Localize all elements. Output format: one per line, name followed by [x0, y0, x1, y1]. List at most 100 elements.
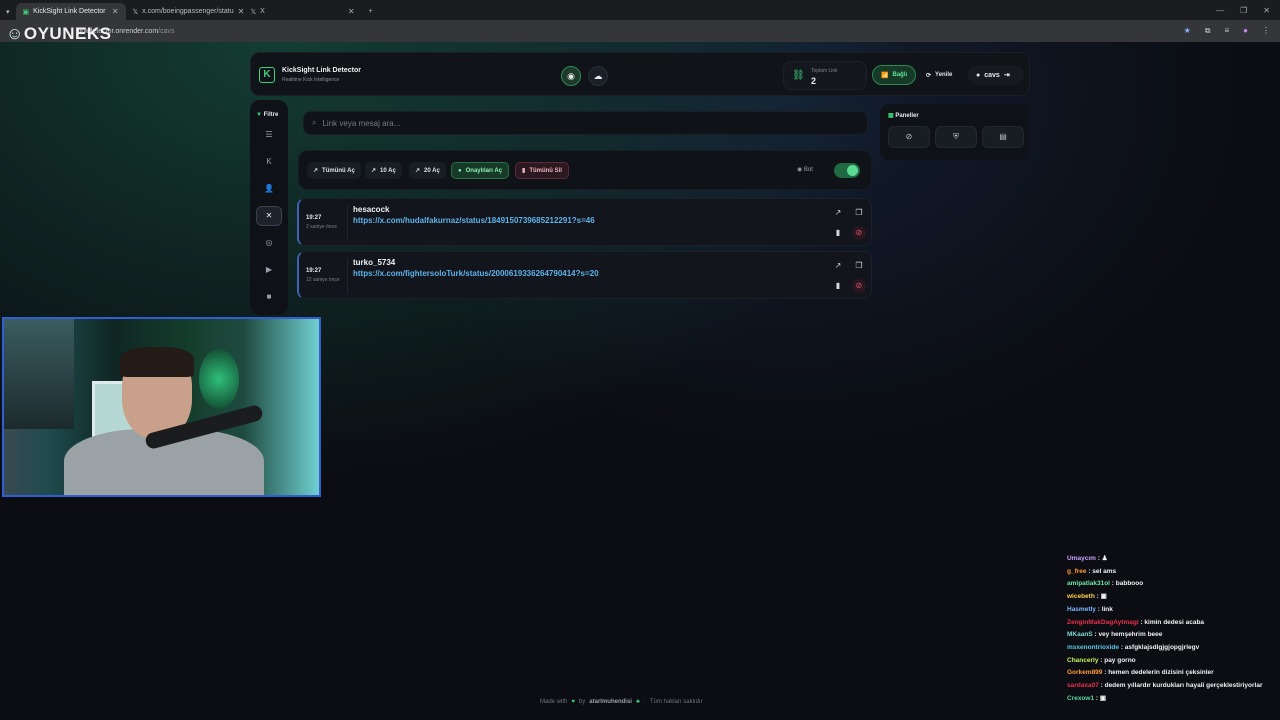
funnel-icon: ▼: [256, 112, 262, 118]
chevron-down-icon: ▾: [6, 8, 10, 16]
panel-icon: ▦: [888, 113, 894, 119]
trash-icon[interactable]: ▮: [831, 279, 845, 293]
close-icon[interactable]: ✕: [112, 7, 119, 16]
link-ago: 12 saniye önce: [306, 277, 340, 283]
chat-text: vey hemşehrim beee: [1098, 631, 1163, 639]
open-approved-button[interactable]: ● Onaylıları Aç: [451, 162, 510, 179]
user-menu[interactable]: ● cavs ⇥: [968, 65, 1024, 85]
refresh-button[interactable]: ⟳ Yenile: [918, 65, 960, 85]
stream-brand-logo: ☺OYUNEKS: [6, 24, 112, 43]
bot-toggle[interactable]: [834, 163, 860, 178]
bookmark-star-icon[interactable]: ★: [1184, 26, 1191, 36]
blocked-panel-button[interactable]: ⊘: [888, 126, 930, 148]
minimize-icon[interactable]: —: [1216, 6, 1224, 15]
webcam-overlay: [2, 317, 321, 497]
archive-panel-button[interactable]: ▤: [982, 126, 1024, 148]
chat-username[interactable]: msxenontrioxide: [1067, 644, 1119, 651]
chat-text: dedem yıllardır kurdukları hayali gerçek…: [1104, 682, 1263, 690]
tab-title: KickSight Link Detector: [33, 8, 106, 15]
x-logo-icon: 𝕏: [250, 8, 257, 16]
block-icon[interactable]: ⊘: [852, 226, 866, 240]
check-circle-icon: ●: [458, 167, 462, 174]
chat-username[interactable]: wicebeth: [1067, 593, 1095, 600]
chat-username[interactable]: Chancerly: [1067, 657, 1098, 664]
trash-icon[interactable]: ▮: [831, 226, 845, 240]
app-header: K KickSight Link Detector Realtime Kick …: [250, 52, 1030, 96]
emoji-icon[interactable]: ☁: [588, 66, 608, 86]
tab-x[interactable]: 𝕏 X ✕: [244, 3, 362, 20]
chat-username[interactable]: ZenginMakDagAytmagi: [1067, 619, 1139, 626]
tab-x-status[interactable]: 𝕏 x.com/boeingpassenger/statu ✕: [126, 3, 245, 20]
link-url[interactable]: https://x.com/fightersoloTurk/status/200…: [353, 269, 599, 278]
open-link-icon[interactable]: ↗: [831, 259, 845, 273]
browser-tab-strip: ▾ ▣ KickSight Link Detector ✕ 𝕏 x.com/bo…: [0, 0, 1280, 20]
filter-kick-icon[interactable]: K: [256, 152, 282, 172]
chat-text: link: [1101, 605, 1113, 613]
link-ago: 2 saniye önce: [306, 224, 337, 230]
link-url[interactable]: https://x.com/hudalfakurnaz/status/18491…: [353, 216, 595, 225]
webcam-wall: [4, 319, 74, 429]
maximize-icon[interactable]: ❐: [1240, 6, 1247, 15]
chat-username[interactable]: sardaxa07: [1067, 682, 1099, 689]
chat-message: Crexow1 : ▣: [1067, 694, 1107, 702]
tab-search-button[interactable]: ▾: [0, 3, 16, 20]
copy-icon[interactable]: ❐: [852, 259, 866, 273]
block-icon[interactable]: ⊘: [852, 279, 866, 293]
menu-icon[interactable]: ⋮: [1262, 26, 1270, 36]
delete-all-button[interactable]: ▮ Tümünü Sil: [515, 162, 569, 179]
link-time: 19:27: [306, 268, 322, 274]
shield-panel-button[interactable]: ⛨: [935, 126, 977, 148]
filter-users-icon[interactable]: 👤: [256, 179, 282, 199]
tab-kicksight[interactable]: ▣ KickSight Link Detector ✕: [15, 3, 126, 20]
chat-username[interactable]: Hasmetly: [1067, 606, 1096, 613]
address-bar[interactable]: linkdetector.onrender.com/cavs ★ ⧉ ≡ ● ⋮: [0, 20, 1280, 42]
extensions-icon[interactable]: ⧉: [1205, 26, 1211, 36]
tab-favicon-icon: ▣: [22, 8, 30, 16]
close-icon[interactable]: ✕: [348, 7, 355, 16]
trash-icon: ▮: [522, 168, 526, 174]
chat-username[interactable]: Crexow1: [1067, 695, 1094, 702]
search-icon: ⌕: [312, 118, 317, 127]
filter-youtube-icon[interactable]: ▶: [256, 260, 282, 280]
chat-message: Umaycım : ♟: [1067, 555, 1108, 562]
toolbar-icons: ★ ⧉ ≡ ● ⋮: [1184, 26, 1280, 36]
media-icon[interactable]: ≡: [1224, 26, 1229, 36]
external-link-icon: ↗: [415, 168, 421, 174]
app-subtitle: Realtime Kick Intelligence: [282, 77, 340, 83]
wifi-icon: 📶: [881, 72, 889, 79]
chat-text: sel ams: [1092, 567, 1117, 575]
avatar[interactable]: ◉: [561, 66, 581, 86]
chat-text: hemen dedelerin dizisini çeksinler: [1108, 669, 1214, 677]
tab-title: X: [260, 8, 265, 15]
link-time: 19:27: [306, 215, 322, 221]
action-bar: ↗ Tümünü Aç ↗ 10 Aç ↗ 20 Aç ● Onaylıları Aç …: [298, 150, 872, 190]
profile-avatar[interactable]: ●: [1243, 26, 1248, 36]
chat-message: ZenginMakDagAytmagi : kimin dedesi acaba: [1067, 618, 1205, 626]
chat-username[interactable]: amipatlak31ol: [1067, 580, 1110, 587]
divider: [347, 205, 348, 241]
search-input[interactable]: ⌕ Link veya mesaj ara...: [303, 111, 868, 135]
chat-username[interactable]: Gorkem899: [1067, 669, 1102, 676]
filter-instagram-icon[interactable]: ◎: [256, 233, 282, 253]
new-tab-button[interactable]: +: [362, 3, 380, 20]
external-link-icon: ↗: [313, 168, 319, 174]
logout-icon[interactable]: ⇥: [1004, 71, 1010, 79]
close-window-icon[interactable]: ✕: [1263, 6, 1270, 15]
copy-icon[interactable]: ❐: [852, 206, 866, 220]
chat-message: MKaanS : vey hemşehrim beee: [1067, 631, 1163, 639]
open-20-button[interactable]: ↗ 20 Aç: [409, 162, 446, 179]
chat-text: ▣: [1100, 593, 1107, 601]
link-icon: ⛓: [792, 70, 805, 81]
chat-username[interactable]: MKaanS: [1067, 631, 1093, 638]
chat-username[interactable]: g_free: [1067, 568, 1087, 575]
open-all-button[interactable]: ↗ Tümünü Aç: [307, 162, 361, 179]
open-link-icon[interactable]: ↗: [831, 206, 845, 220]
filter-x-icon[interactable]: ✕: [256, 206, 282, 226]
filter-video-icon[interactable]: ■: [256, 287, 282, 307]
chat-text: pay gorno: [1104, 656, 1136, 664]
filter-all-icon[interactable]: ☰: [256, 125, 282, 145]
chat-username[interactable]: Umaycım: [1067, 555, 1096, 562]
chat-message: g_free : sel ams: [1067, 567, 1117, 575]
open-10-button[interactable]: ↗ 10 Aç: [365, 162, 402, 179]
leaf-icon: ♣: [635, 699, 640, 705]
